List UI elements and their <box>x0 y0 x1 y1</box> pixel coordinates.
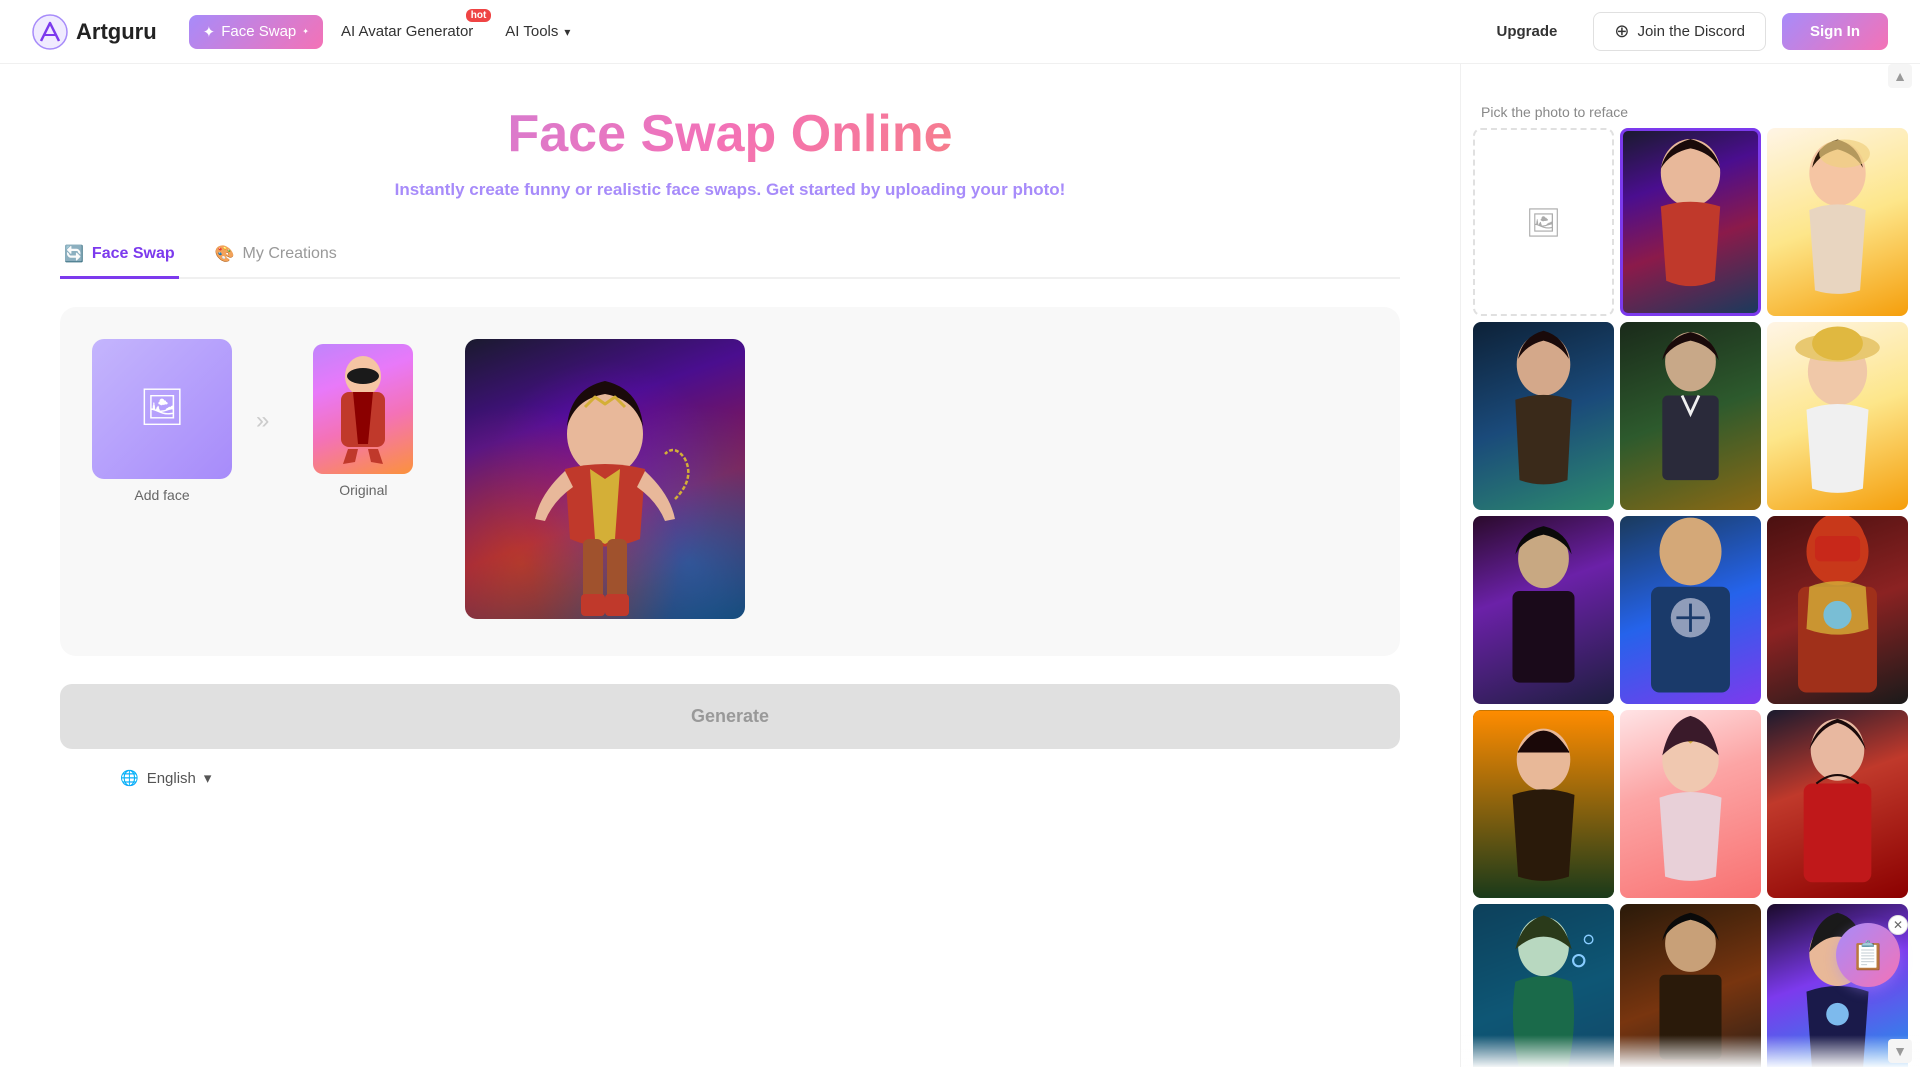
photo-person-svg <box>1473 322 1614 510</box>
chevron-down-icon: ▾ <box>564 25 570 39</box>
nav-face-swap[interactable]: ✦ Face Swap ✦ <box>189 15 323 49</box>
photo-item[interactable] <box>1767 128 1908 316</box>
photo-item[interactable] <box>1620 128 1761 316</box>
photo-person-svg <box>1767 516 1908 704</box>
image-add-icon: 🖼 <box>1526 206 1562 239</box>
arrow-right-icon: » <box>256 407 269 435</box>
add-face-card: 🖼 Add face <box>92 339 232 503</box>
add-face-button[interactable]: 🖼 <box>92 339 232 479</box>
photo-person-svg <box>1767 128 1908 316</box>
logo[interactable]: Artguru <box>32 14 157 50</box>
main-layout: Face Swap Online Instantly create funny … <box>0 64 1920 1067</box>
preview-image-container: Original <box>465 339 745 619</box>
language-label: English <box>147 770 196 787</box>
content-area: Face Swap Online Instantly create funny … <box>0 64 1460 1067</box>
original-thumb[interactable] <box>313 344 413 474</box>
photo-item[interactable] <box>1767 322 1908 510</box>
chat-close-button[interactable]: ✕ <box>1888 915 1908 935</box>
preview-area: Original <box>465 339 1368 624</box>
wand-icon: ✦ <box>203 23 216 41</box>
scroll-indicator-bottom: ▼ <box>1461 1035 1920 1067</box>
photo-item[interactable] <box>1620 516 1761 704</box>
photo-person-svg <box>1767 710 1908 898</box>
creations-tab-icon: 🎨 <box>215 244 235 264</box>
nav-ai-avatar-label: AI Avatar Generator <box>341 23 473 40</box>
nav-ai-avatar[interactable]: hot AI Avatar Generator <box>327 15 487 48</box>
header-left: Artguru ✦ Face Swap ✦ hot AI Avatar Gene… <box>32 14 584 50</box>
tabs: 🔄 Face Swap 🎨 My Creations <box>60 232 1400 279</box>
subtitle-highlight: realistic face swaps <box>597 180 757 199</box>
language-selector[interactable]: 🌐 English ▾ <box>60 749 1400 807</box>
image-add-icon: 🖼 <box>139 386 185 428</box>
right-sidebar: ▲ Pick the photo to reface 🖼 <box>1460 64 1920 1067</box>
tab-my-creations-label: My Creations <box>243 245 337 263</box>
photo-item[interactable] <box>1473 322 1614 510</box>
logo-text: Artguru <box>76 19 157 45</box>
original-face-card: Original <box>293 344 433 498</box>
original-thumb-svg <box>323 354 403 464</box>
photo-item[interactable] <box>1620 710 1761 898</box>
photo-person-svg <box>1767 322 1908 510</box>
photo-item[interactable] <box>1620 322 1761 510</box>
add-face-label: Add face <box>134 487 189 503</box>
discord-icon: ⊕ <box>1614 21 1629 42</box>
discord-button[interactable]: ⊕ Join the Discord <box>1593 12 1766 51</box>
upgrade-button[interactable]: Upgrade <box>1477 15 1578 48</box>
tab-face-swap-label: Face Swap <box>92 245 175 263</box>
nav: ✦ Face Swap ✦ hot AI Avatar Generator AI… <box>189 15 585 49</box>
chevron-down-icon: ▾ <box>204 769 212 787</box>
scroll-down-button[interactable]: ▼ <box>1888 1039 1912 1063</box>
photo-person-svg <box>1620 710 1761 898</box>
photo-person-svg <box>1473 710 1614 898</box>
original-thumb-inner <box>313 344 413 474</box>
scroll-up-button[interactable]: ▲ <box>1888 64 1912 88</box>
photo-item[interactable] <box>1473 710 1614 898</box>
subtitle-start: Instantly create funny or <box>395 180 597 199</box>
photo-item[interactable] <box>1767 516 1908 704</box>
upload-new-button[interactable]: 🖼 <box>1473 128 1614 316</box>
face-input-section: 🖼 Add face » <box>92 339 433 503</box>
tab-face-swap[interactable]: 🔄 Face Swap <box>60 232 179 279</box>
photo-item[interactable] <box>1473 516 1614 704</box>
tab-my-creations[interactable]: 🎨 My Creations <box>211 232 341 279</box>
swap-area: 🖼 Add face » <box>60 307 1400 656</box>
nav-face-swap-label: Face Swap <box>221 23 296 40</box>
signin-button[interactable]: Sign In <box>1782 13 1888 50</box>
photo-item[interactable] <box>1767 710 1908 898</box>
scroll-indicator-top: ▲ <box>1461 64 1920 88</box>
discord-label: Join the Discord <box>1637 23 1745 40</box>
globe-icon: 🌐 <box>120 769 139 787</box>
header-right: Upgrade ⊕ Join the Discord Sign In <box>1477 12 1889 51</box>
original-label: Original <box>339 482 387 498</box>
nav-ai-tools[interactable]: AI Tools ▾ <box>491 15 584 48</box>
page-subtitle: Instantly create funny or realistic face… <box>60 180 1400 200</box>
photo-person-svg <box>1620 516 1761 704</box>
preview-person-svg <box>465 339 745 619</box>
sidebar-title: Pick the photo to reface <box>1461 88 1920 128</box>
logo-icon <box>32 14 68 50</box>
generate-button[interactable]: Generate <box>60 684 1400 749</box>
chat-widget: ✕ 📋 <box>1836 923 1900 987</box>
chat-open-button[interactable]: 📋 <box>1836 923 1900 987</box>
hot-badge: hot <box>466 9 492 22</box>
header: Artguru ✦ Face Swap ✦ hot AI Avatar Gene… <box>0 0 1920 64</box>
photo-person-svg <box>1623 131 1758 313</box>
nav-face-swap-dot: ✦ <box>302 27 309 36</box>
chat-icon: 📋 <box>1851 939 1886 972</box>
photo-person-svg <box>1473 516 1614 704</box>
subtitle-end: . Get started by uploading your photo! <box>757 180 1066 199</box>
face-swap-tab-icon: 🔄 <box>64 244 84 264</box>
photo-person-svg <box>1620 322 1761 510</box>
preview-image[interactable] <box>465 339 745 619</box>
nav-ai-tools-label: AI Tools <box>505 23 558 40</box>
page-title: Face Swap Online <box>60 104 1400 164</box>
